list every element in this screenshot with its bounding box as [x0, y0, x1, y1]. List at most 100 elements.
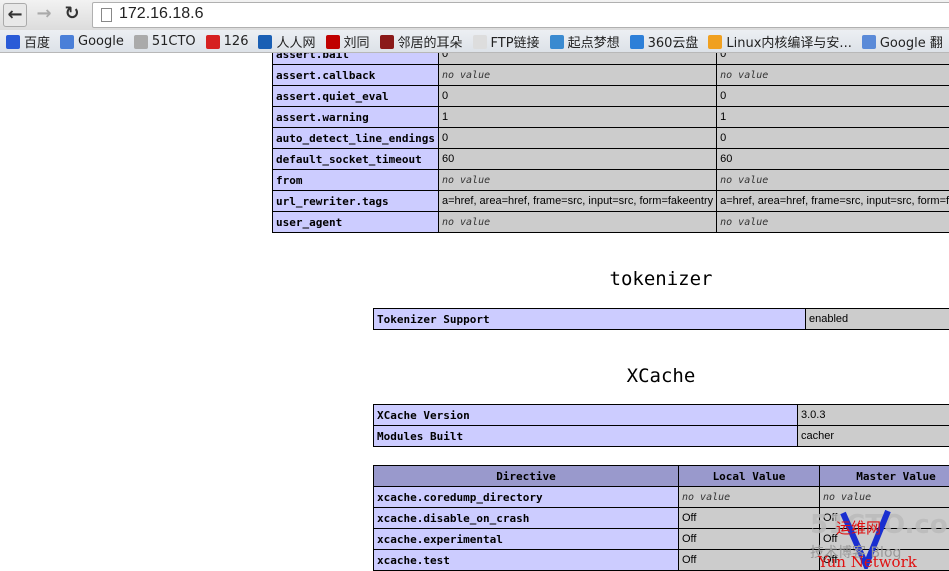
info-value: cacher [797, 425, 949, 447]
bookmark-item[interactable]: 126 [205, 30, 248, 52]
bookmark-label: 邻居的耳朵 [397, 36, 463, 51]
xcache-heading: XCache [626, 365, 696, 387]
directive-name: assert.bail [272, 53, 439, 65]
bookmark-item[interactable]: 360云盘 [629, 30, 698, 52]
master-value: 0 [716, 85, 949, 107]
bookmarks-bar: 百度 Google 51CTO 126 人人网 刘同 邻居的耳朵 FTP链接 起点梦想 360云盘… [0, 30, 949, 53]
xcache-directives-table: Directive Local Value Master Value xcache.c… [373, 465, 949, 571]
master-value: 0 [716, 127, 949, 149]
local-value: no value [678, 486, 820, 508]
bookmark-item[interactable]: 邻居的耳朵 [379, 30, 463, 52]
table-row: user_agent no value no value [272, 211, 949, 233]
bookmark-item[interactable]: 人人网 [258, 30, 316, 52]
bookmark-label: 百度 [24, 36, 51, 51]
forward-button[interactable]: → [32, 3, 56, 27]
value-text: Off [823, 554, 838, 566]
local-value: Off [678, 528, 820, 550]
bookmark-item[interactable]: FTP链接 [472, 30, 540, 52]
directive-name: user_agent [272, 211, 439, 233]
directive-name: assert.callback [272, 64, 439, 86]
table-row: Tokenizer Support enabled [373, 308, 949, 330]
table-row: Modules Built cacher [373, 425, 949, 447]
bookmark-item[interactable]: 刘同 [325, 30, 370, 52]
bookmark-favicon-icon [379, 34, 394, 49]
page-icon [101, 8, 112, 22]
local-value: 0 [437, 53, 718, 65]
directive-name: url_rewriter.tags [272, 190, 439, 212]
value-text: 60 [441, 153, 455, 165]
table-row: xcache.test Off Off [373, 549, 949, 571]
bookmark-label: Google 翻 [879, 36, 943, 51]
bookmark-item[interactable]: 51CTO [133, 30, 196, 52]
table-row: xcache.disable_on_crash Off Off [373, 507, 949, 529]
address-bar[interactable]: 172.16.18.6 [92, 2, 949, 28]
value-text: 1 [720, 111, 727, 123]
local-value: a=href, area=href, frame=src, input=src,… [437, 190, 718, 212]
master-value: Off [819, 507, 949, 529]
column-header: Local Value [678, 465, 820, 487]
bookmark-favicon-icon [325, 34, 340, 49]
bookmark-favicon-icon [629, 34, 644, 49]
local-value: 0 [437, 127, 718, 149]
master-value: Off [819, 528, 949, 550]
no-value: no value [682, 492, 731, 503]
directive-name: xcache.experimental [373, 528, 679, 550]
no-value: no value [720, 70, 769, 81]
no-value: no value [720, 175, 769, 186]
bookmark-favicon-icon [60, 34, 75, 49]
local-value: no value [437, 211, 718, 233]
master-value: 1 [716, 106, 949, 128]
value-text: 0 [441, 132, 449, 144]
column-header: Directive [373, 465, 679, 487]
bookmark-favicon-icon [205, 34, 220, 49]
tokenizer-table: Tokenizer Support enabled [373, 308, 949, 330]
local-value: 60 [437, 148, 718, 170]
info-value: 3.0.3 [797, 404, 949, 426]
bookmark-favicon-icon [258, 34, 273, 49]
bookmark-item[interactable]: 百度 [6, 30, 51, 52]
info-name: XCache Version [373, 404, 798, 426]
table-row: from no value no value [272, 169, 949, 191]
column-header: Master Value [819, 465, 949, 487]
table-row: assert.warning 1 1 [272, 106, 949, 128]
url-text[interactable]: 172.16.18.6 [119, 5, 204, 23]
value-text: 0 [720, 132, 727, 144]
table-row: xcache.experimental Off Off [373, 528, 949, 550]
reload-button[interactable]: ↻ [60, 3, 84, 27]
value-text: 0 [720, 90, 727, 102]
value-text: a=href, area=href, frame=src, input=src,… [720, 195, 949, 207]
bookmark-label: Linux内核编译与安... [726, 36, 852, 51]
value-text: Off [682, 554, 697, 566]
directive-name: xcache.coredump_directory [373, 486, 679, 508]
value-text: 60 [720, 153, 733, 165]
directive-name: assert.quiet_eval [272, 85, 439, 107]
table-row: url_rewriter.tags a=href, area=href, fram… [272, 190, 949, 212]
directive-name: assert.warning [272, 106, 439, 128]
no-value: no value [720, 217, 769, 228]
directive-name: xcache.disable_on_crash [373, 507, 679, 529]
bookmark-favicon-icon [6, 34, 20, 49]
no-value: no value [441, 70, 491, 81]
table-row: xcache.coredump_directory no value no valu… [373, 486, 949, 508]
xcache-info-table: XCache Version 3.0.3 Modules Built cacher [373, 404, 949, 447]
directive-name: xcache.test [373, 549, 679, 571]
table-row: XCache Version 3.0.3 [373, 404, 949, 426]
master-value: no value [716, 64, 949, 86]
master-value: no value [716, 211, 949, 233]
value-text: 1 [441, 111, 449, 123]
standard-directives-table: assert.bail 0 0 assert.callback no value no v… [272, 53, 949, 233]
local-value: 0 [437, 85, 718, 107]
bookmark-item[interactable]: Google [60, 30, 124, 52]
bookmark-label: 起点梦想 [567, 36, 620, 51]
bookmark-item[interactable]: 起点梦想 [549, 30, 620, 52]
bookmark-item[interactable]: Linux内核编译与安... [708, 30, 852, 52]
bookmark-label: FTP链接 [490, 36, 540, 51]
back-button[interactable]: ← [3, 3, 27, 27]
table-row: assert.callback no value no value [272, 64, 949, 86]
no-value: no value [441, 217, 491, 228]
master-value: a=href, area=href, frame=src, input=src,… [716, 190, 949, 212]
bookmark-favicon-icon [133, 34, 148, 49]
master-value: no value [716, 169, 949, 191]
bookmark-item[interactable]: Google 翻 [861, 30, 943, 52]
directive-name: from [272, 169, 439, 191]
